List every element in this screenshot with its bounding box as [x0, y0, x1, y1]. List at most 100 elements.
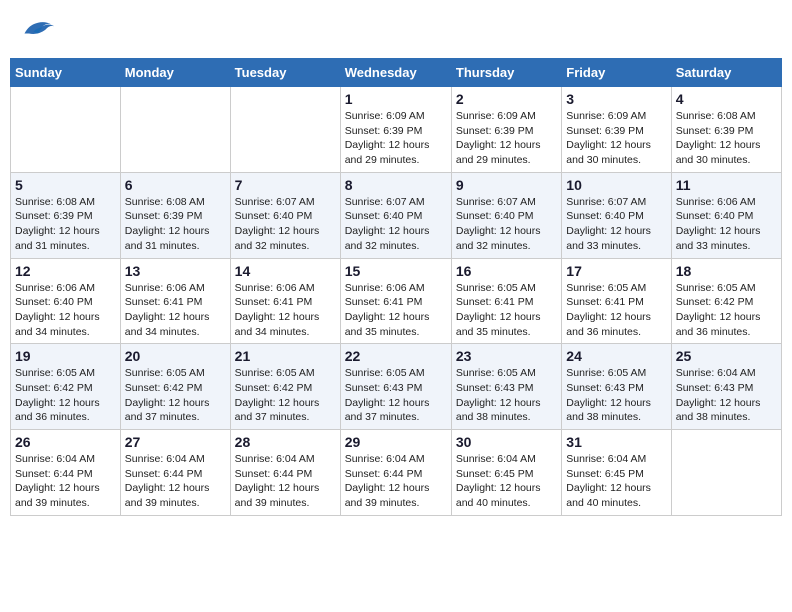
day-info: Sunrise: 6:04 AM Sunset: 6:45 PM Dayligh… — [456, 452, 557, 511]
day-info: Sunrise: 6:09 AM Sunset: 6:39 PM Dayligh… — [456, 109, 557, 168]
calendar-cell: 1 Sunrise: 6:09 AM Sunset: 6:39 PM Daylig… — [340, 87, 451, 173]
calendar-cell: 10 Sunrise: 6:07 AM Sunset: 6:40 PM Dayli… — [562, 172, 671, 258]
calendar-cell: 11Sunrise: 6:06 AM Sunset: 6:40 PM Dayli… — [671, 172, 781, 258]
day-number: 23 — [456, 348, 557, 364]
calendar-cell: 21 Sunrise: 6:05 AM Sunset: 6:42 PM Dayli… — [230, 344, 340, 430]
day-number: 9 — [456, 177, 557, 193]
day-info: Sunrise: 6:04 AM Sunset: 6:43 PM Dayligh… — [676, 366, 777, 425]
day-info: Sunrise: 6:05 AM Sunset: 6:42 PM Dayligh… — [125, 366, 226, 425]
day-info: Sunrise: 6:05 AM Sunset: 6:41 PM Dayligh… — [456, 281, 557, 340]
day-number: 16 — [456, 263, 557, 279]
day-number: 31 — [566, 434, 666, 450]
day-number: 7 — [235, 177, 336, 193]
day-number: 24 — [566, 348, 666, 364]
day-number: 17 — [566, 263, 666, 279]
day-number: 29 — [345, 434, 447, 450]
calendar-cell: 18 Sunrise: 6:05 AM Sunset: 6:42 PM Dayli… — [671, 258, 781, 344]
day-header-thursday: Thursday — [451, 59, 561, 87]
calendar-cell: 13Sunrise: 6:06 AM Sunset: 6:41 PM Dayli… — [120, 258, 230, 344]
day-info: Sunrise: 6:07 AM Sunset: 6:40 PM Dayligh… — [235, 195, 336, 254]
calendar-cell: 28 Sunrise: 6:04 AM Sunset: 6:44 PM Dayli… — [230, 430, 340, 516]
calendar-cell: 15Sunrise: 6:06 AM Sunset: 6:41 PM Dayli… — [340, 258, 451, 344]
day-info: Sunrise: 6:04 AM Sunset: 6:44 PM Dayligh… — [345, 452, 447, 511]
calendar-cell: 17 Sunrise: 6:05 AM Sunset: 6:41 PM Dayli… — [562, 258, 671, 344]
day-number: 6 — [125, 177, 226, 193]
calendar-cell: 4 Sunrise: 6:08 AM Sunset: 6:39 PM Daylig… — [671, 87, 781, 173]
calendar-cell: 9 Sunrise: 6:07 AM Sunset: 6:40 PM Daylig… — [451, 172, 561, 258]
day-number: 14 — [235, 263, 336, 279]
day-number: 18 — [676, 263, 777, 279]
day-number: 20 — [125, 348, 226, 364]
day-number: 26 — [15, 434, 116, 450]
day-info: Sunrise: 6:08 AM Sunset: 6:39 PM Dayligh… — [125, 195, 226, 254]
calendar-week-row: 5 Sunrise: 6:08 AM Sunset: 6:39 PM Daylig… — [11, 172, 782, 258]
day-info: Sunrise: 6:05 AM Sunset: 6:43 PM Dayligh… — [345, 366, 447, 425]
day-info: Sunrise: 6:07 AM Sunset: 6:40 PM Dayligh… — [345, 195, 447, 254]
calendar-week-row: 12 Sunrise: 6:06 AM Sunset: 6:40 PM Dayli… — [11, 258, 782, 344]
calendar-cell: 23 Sunrise: 6:05 AM Sunset: 6:43 PM Dayli… — [451, 344, 561, 430]
day-info: Sunrise: 6:06 AM Sunset: 6:41 PM Dayligh… — [125, 281, 226, 340]
calendar-week-row: 26 Sunrise: 6:04 AM Sunset: 6:44 PM Dayli… — [11, 430, 782, 516]
day-info: Sunrise: 6:07 AM Sunset: 6:40 PM Dayligh… — [456, 195, 557, 254]
calendar-cell: 7 Sunrise: 6:07 AM Sunset: 6:40 PM Daylig… — [230, 172, 340, 258]
day-header-tuesday: Tuesday — [230, 59, 340, 87]
calendar-cell — [11, 87, 121, 173]
day-header-sunday: Sunday — [11, 59, 121, 87]
day-info: Sunrise: 6:05 AM Sunset: 6:43 PM Dayligh… — [456, 366, 557, 425]
calendar-cell: 6 Sunrise: 6:08 AM Sunset: 6:39 PM Daylig… — [120, 172, 230, 258]
day-number: 28 — [235, 434, 336, 450]
day-info: Sunrise: 6:06 AM Sunset: 6:40 PM Dayligh… — [15, 281, 116, 340]
day-number: 27 — [125, 434, 226, 450]
day-number: 10 — [566, 177, 666, 193]
logo-bird-icon — [20, 15, 56, 43]
calendar-cell — [230, 87, 340, 173]
calendar-week-row: 19 Sunrise: 6:05 AM Sunset: 6:42 PM Dayli… — [11, 344, 782, 430]
calendar-table: SundayMondayTuesdayWednesdayThursdayFrid… — [10, 58, 782, 516]
day-info: Sunrise: 6:05 AM Sunset: 6:41 PM Dayligh… — [566, 281, 666, 340]
day-number: 2 — [456, 91, 557, 107]
day-info: Sunrise: 6:04 AM Sunset: 6:44 PM Dayligh… — [15, 452, 116, 511]
calendar-cell: 5 Sunrise: 6:08 AM Sunset: 6:39 PM Daylig… — [11, 172, 121, 258]
day-info: Sunrise: 6:05 AM Sunset: 6:43 PM Dayligh… — [566, 366, 666, 425]
day-info: Sunrise: 6:09 AM Sunset: 6:39 PM Dayligh… — [566, 109, 666, 168]
calendar-cell: 31 Sunrise: 6:04 AM Sunset: 6:45 PM Dayli… — [562, 430, 671, 516]
calendar-cell: 26 Sunrise: 6:04 AM Sunset: 6:44 PM Dayli… — [11, 430, 121, 516]
calendar-cell: 19Sunrise: 6:05 AM Sunset: 6:42 PM Dayli… — [11, 344, 121, 430]
day-info: Sunrise: 6:05 AM Sunset: 6:42 PM Dayligh… — [235, 366, 336, 425]
day-info: Sunrise: 6:06 AM Sunset: 6:40 PM Dayligh… — [676, 195, 777, 254]
day-info: Sunrise: 6:04 AM Sunset: 6:44 PM Dayligh… — [235, 452, 336, 511]
day-header-saturday: Saturday — [671, 59, 781, 87]
page-header — [10, 10, 782, 48]
calendar-cell: 8Sunrise: 6:07 AM Sunset: 6:40 PM Daylig… — [340, 172, 451, 258]
day-header-monday: Monday — [120, 59, 230, 87]
calendar-cell: 2 Sunrise: 6:09 AM Sunset: 6:39 PM Daylig… — [451, 87, 561, 173]
calendar-cell: 16 Sunrise: 6:05 AM Sunset: 6:41 PM Dayli… — [451, 258, 561, 344]
day-number: 19 — [15, 348, 116, 364]
day-info: Sunrise: 6:07 AM Sunset: 6:40 PM Dayligh… — [566, 195, 666, 254]
day-number: 1 — [345, 91, 447, 107]
calendar-cell: 25 Sunrise: 6:04 AM Sunset: 6:43 PM Dayli… — [671, 344, 781, 430]
day-info: Sunrise: 6:09 AM Sunset: 6:39 PM Dayligh… — [345, 109, 447, 168]
day-number: 4 — [676, 91, 777, 107]
day-info: Sunrise: 6:05 AM Sunset: 6:42 PM Dayligh… — [676, 281, 777, 340]
calendar-cell: 27 Sunrise: 6:04 AM Sunset: 6:44 PM Dayli… — [120, 430, 230, 516]
day-number: 21 — [235, 348, 336, 364]
calendar-cell: 22 Sunrise: 6:05 AM Sunset: 6:43 PM Dayli… — [340, 344, 451, 430]
day-number: 5 — [15, 177, 116, 193]
calendar-week-row: 1 Sunrise: 6:09 AM Sunset: 6:39 PM Daylig… — [11, 87, 782, 173]
calendar-cell: 30Sunrise: 6:04 AM Sunset: 6:45 PM Dayli… — [451, 430, 561, 516]
logo — [20, 15, 60, 43]
day-info: Sunrise: 6:06 AM Sunset: 6:41 PM Dayligh… — [345, 281, 447, 340]
day-info: Sunrise: 6:08 AM Sunset: 6:39 PM Dayligh… — [15, 195, 116, 254]
day-number: 22 — [345, 348, 447, 364]
calendar-cell: 14Sunrise: 6:06 AM Sunset: 6:41 PM Dayli… — [230, 258, 340, 344]
day-number: 25 — [676, 348, 777, 364]
calendar-cell — [120, 87, 230, 173]
day-info: Sunrise: 6:08 AM Sunset: 6:39 PM Dayligh… — [676, 109, 777, 168]
day-info: Sunrise: 6:04 AM Sunset: 6:45 PM Dayligh… — [566, 452, 666, 511]
day-header-friday: Friday — [562, 59, 671, 87]
day-info: Sunrise: 6:04 AM Sunset: 6:44 PM Dayligh… — [125, 452, 226, 511]
calendar-cell: 29 Sunrise: 6:04 AM Sunset: 6:44 PM Dayli… — [340, 430, 451, 516]
calendar-cell: 3Sunrise: 6:09 AM Sunset: 6:39 PM Daylig… — [562, 87, 671, 173]
day-number: 12 — [15, 263, 116, 279]
